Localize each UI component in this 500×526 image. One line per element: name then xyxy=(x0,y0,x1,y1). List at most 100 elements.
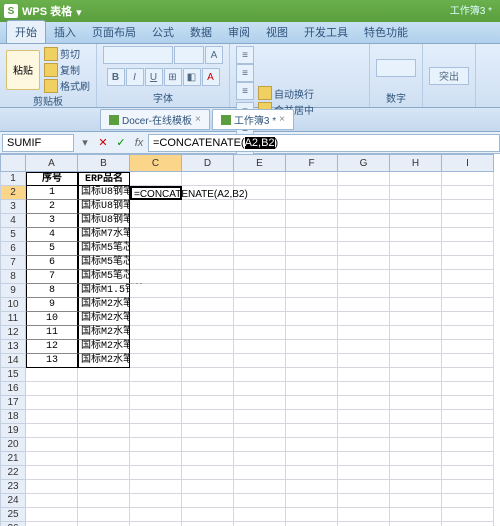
cell[interactable] xyxy=(286,326,338,340)
cell[interactable] xyxy=(390,186,442,200)
cell[interactable]: 10 xyxy=(26,312,78,326)
cell[interactable] xyxy=(182,466,234,480)
cell[interactable] xyxy=(338,284,390,298)
cell[interactable] xyxy=(182,284,234,298)
cell[interactable] xyxy=(130,424,182,438)
cell[interactable]: 国标U8钢笔 xyxy=(78,200,130,214)
cell[interactable] xyxy=(78,382,130,396)
cell[interactable] xyxy=(182,172,234,186)
cell[interactable]: 序号 xyxy=(26,172,78,186)
cell[interactable] xyxy=(234,270,286,284)
row-header[interactable]: 25 xyxy=(0,508,26,522)
row-header[interactable]: 17 xyxy=(0,396,26,410)
cell[interactable] xyxy=(26,396,78,410)
cell[interactable] xyxy=(234,256,286,270)
cell[interactable] xyxy=(130,368,182,382)
cell[interactable] xyxy=(234,522,286,526)
cell[interactable] xyxy=(78,522,130,526)
row-header[interactable]: 24 xyxy=(0,494,26,508)
cell[interactable] xyxy=(78,494,130,508)
cell[interactable] xyxy=(78,424,130,438)
cell[interactable] xyxy=(390,466,442,480)
align-top-button[interactable]: ≡ xyxy=(236,46,254,64)
row-header[interactable]: 3 xyxy=(0,200,26,214)
cut-button[interactable]: 剪切 xyxy=(44,46,90,61)
cell[interactable] xyxy=(286,508,338,522)
cell[interactable] xyxy=(234,438,286,452)
cell[interactable] xyxy=(286,480,338,494)
cell[interactable] xyxy=(130,480,182,494)
row-header[interactable]: 23 xyxy=(0,480,26,494)
cell[interactable] xyxy=(130,214,182,228)
cell[interactable] xyxy=(286,368,338,382)
cell[interactable]: 4 xyxy=(26,228,78,242)
cell[interactable] xyxy=(390,368,442,382)
cell[interactable] xyxy=(234,480,286,494)
ribbon-tab-6[interactable]: 视图 xyxy=(258,21,296,43)
cell[interactable]: ERP品名 xyxy=(78,172,130,186)
cell[interactable] xyxy=(234,298,286,312)
cell[interactable] xyxy=(234,326,286,340)
ribbon-tab-7[interactable]: 开发工具 xyxy=(296,21,356,43)
cell[interactable]: 2 xyxy=(26,200,78,214)
cell[interactable] xyxy=(182,480,234,494)
name-box[interactable]: SUMIF xyxy=(2,134,74,152)
row-header[interactable]: 20 xyxy=(0,438,26,452)
cell[interactable] xyxy=(338,270,390,284)
col-header[interactable]: B xyxy=(78,154,130,172)
cell[interactable]: 国标M2水笔 xyxy=(78,298,130,312)
cell[interactable] xyxy=(130,396,182,410)
col-header[interactable]: A xyxy=(26,154,78,172)
font-color-button[interactable]: A xyxy=(202,68,220,86)
cell[interactable] xyxy=(442,382,494,396)
ribbon-tab-1[interactable]: 插入 xyxy=(46,21,84,43)
cell[interactable] xyxy=(182,438,234,452)
cell[interactable] xyxy=(286,200,338,214)
cell[interactable] xyxy=(286,382,338,396)
cell[interactable] xyxy=(26,410,78,424)
cell[interactable] xyxy=(442,200,494,214)
align-middle-button[interactable]: ≡ xyxy=(236,64,254,82)
cell[interactable]: 国标M2水笔 xyxy=(78,326,130,340)
cell[interactable]: 1 xyxy=(26,186,78,200)
cell[interactable] xyxy=(182,312,234,326)
underline-button[interactable]: U xyxy=(145,68,163,86)
cell[interactable] xyxy=(130,256,182,270)
cell[interactable] xyxy=(442,242,494,256)
cell[interactable] xyxy=(234,382,286,396)
cell[interactable] xyxy=(182,368,234,382)
row-header[interactable]: 16 xyxy=(0,382,26,396)
cell[interactable] xyxy=(390,494,442,508)
cell[interactable] xyxy=(338,214,390,228)
cell[interactable] xyxy=(286,396,338,410)
fx-button[interactable]: fx xyxy=(130,134,148,152)
select-all-corner[interactable] xyxy=(0,154,26,172)
cell[interactable] xyxy=(182,354,234,368)
cell[interactable] xyxy=(442,172,494,186)
ribbon-tab-0[interactable]: 开始 xyxy=(6,20,46,43)
cell[interactable] xyxy=(442,298,494,312)
cell[interactable] xyxy=(286,256,338,270)
doc-tab-0[interactable]: Docer-在线模板× xyxy=(100,109,210,130)
cell[interactable] xyxy=(182,382,234,396)
cell[interactable] xyxy=(442,340,494,354)
cell[interactable]: 6 xyxy=(26,256,78,270)
col-header[interactable]: I xyxy=(442,154,494,172)
cell[interactable] xyxy=(182,340,234,354)
cell[interactable] xyxy=(182,228,234,242)
cell[interactable] xyxy=(338,508,390,522)
cell[interactable] xyxy=(390,270,442,284)
col-header[interactable]: D xyxy=(182,154,234,172)
cell[interactable] xyxy=(338,256,390,270)
cell[interactable] xyxy=(442,284,494,298)
format-painter-button[interactable]: 格式刷 xyxy=(44,78,90,93)
cell[interactable] xyxy=(182,298,234,312)
cell[interactable] xyxy=(390,256,442,270)
highlight-button[interactable]: 突出 xyxy=(429,67,469,85)
cell[interactable] xyxy=(286,410,338,424)
cell[interactable] xyxy=(130,172,182,186)
cell[interactable] xyxy=(442,228,494,242)
cell[interactable] xyxy=(130,354,182,368)
ribbon-tab-3[interactable]: 公式 xyxy=(144,21,182,43)
cell[interactable] xyxy=(390,284,442,298)
